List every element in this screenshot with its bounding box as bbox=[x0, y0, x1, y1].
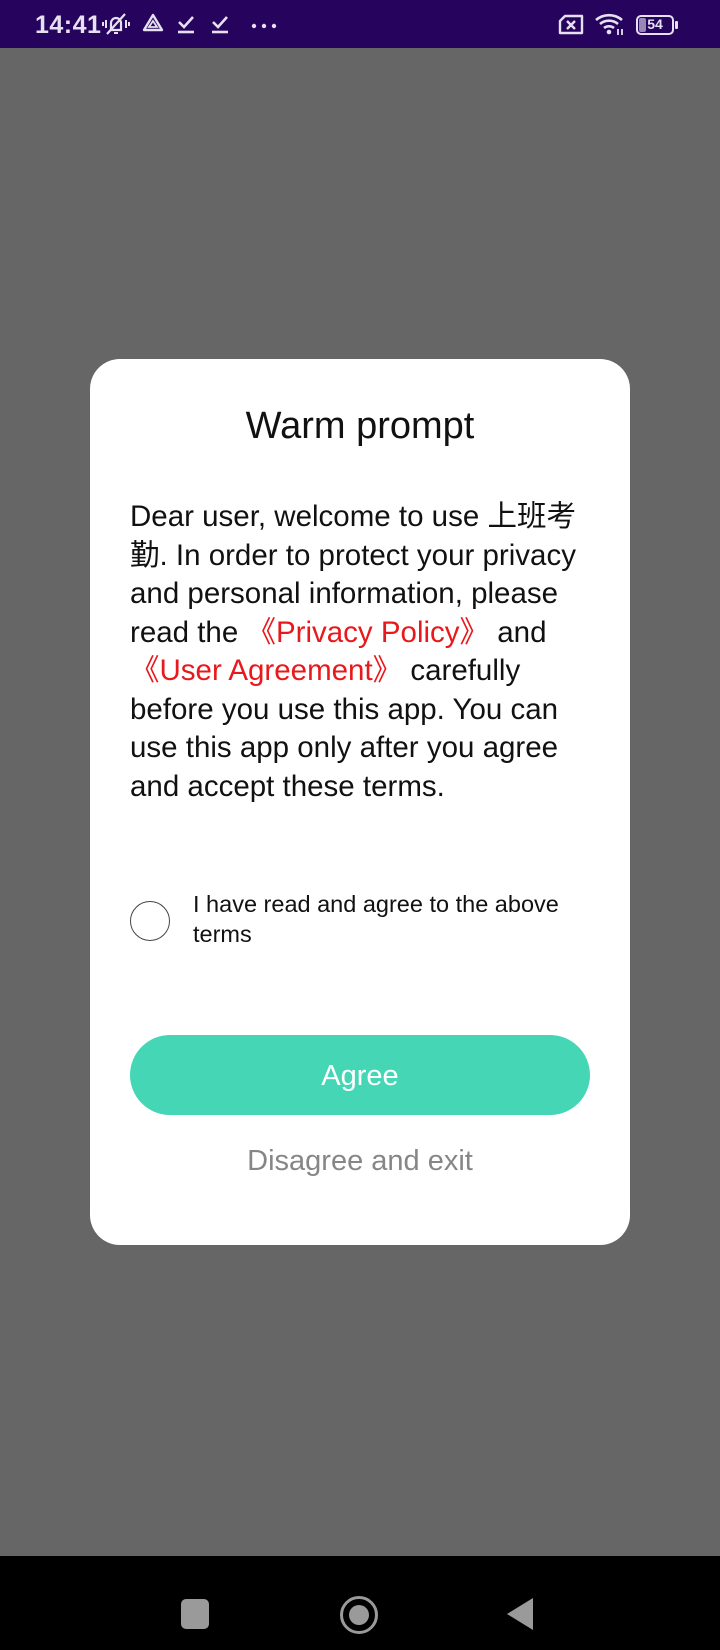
message-and: and bbox=[489, 615, 547, 649]
privacy-policy-link[interactable]: 《Privacy Policy》 bbox=[246, 616, 489, 649]
battery-icon: 54 bbox=[636, 15, 678, 35]
agree-terms-checkbox[interactable] bbox=[130, 901, 170, 941]
battery-level: 54 bbox=[647, 16, 663, 32]
agree-button[interactable]: Agree bbox=[130, 1035, 590, 1115]
more-notifications-icon bbox=[251, 23, 277, 29]
dialog-message: Dear user, welcome to use 上班考勤. In order… bbox=[130, 498, 595, 806]
status-time: 14:41 bbox=[35, 11, 102, 39]
download-done-icon bbox=[178, 16, 194, 34]
drive-icon bbox=[142, 13, 164, 32]
disagree-exit-button[interactable]: Disagree and exit bbox=[90, 1145, 630, 1178]
privacy-dialog: Warm prompt Dear user, welcome to use 上班… bbox=[90, 359, 630, 1245]
back-icon[interactable] bbox=[507, 1598, 533, 1630]
status-bar: 14:41 54 bbox=[0, 0, 720, 48]
wifi-icon bbox=[595, 13, 623, 35]
user-agreement-link[interactable]: 《User Agreement》 bbox=[130, 654, 402, 687]
dialog-title: Warm prompt bbox=[245, 405, 475, 447]
mute-vibrate-icon bbox=[102, 13, 130, 35]
home-icon[interactable] bbox=[340, 1596, 378, 1634]
navigation-bar bbox=[0, 1556, 720, 1650]
no-sim-icon bbox=[558, 14, 584, 35]
agree-terms-row[interactable]: I have read and agree to the above terms bbox=[130, 889, 610, 959]
download-done-icon bbox=[212, 16, 228, 34]
agree-terms-label[interactable]: I have read and agree to the above terms bbox=[193, 889, 613, 949]
recents-icon[interactable] bbox=[181, 1599, 209, 1629]
